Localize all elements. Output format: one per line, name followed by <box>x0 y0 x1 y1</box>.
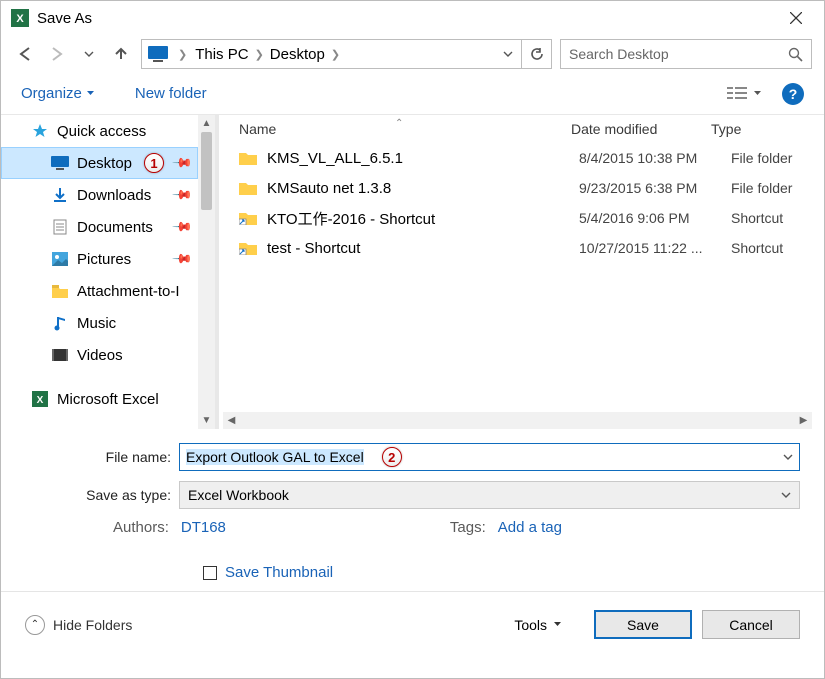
tools-menu[interactable]: Tools <box>514 617 562 633</box>
address-bar[interactable]: ❯ This PC ❯ Desktop ❯ <box>141 39 522 69</box>
authors-label: Authors: <box>113 519 169 536</box>
sort-icon: ⌃ <box>395 118 403 129</box>
toolbar: Organize New folder ? <box>1 73 824 115</box>
search-placeholder: Search Desktop <box>569 46 669 62</box>
crumb-desktop[interactable]: Desktop <box>270 46 325 63</box>
chevron-right-icon[interactable]: ❯ <box>255 48 264 61</box>
sidebar-item-attachment[interactable]: Attachment-to-I <box>1 275 198 307</box>
file-row[interactable]: KMSauto net 1.3.8 9/23/2015 6:38 PM File… <box>219 173 824 203</box>
excel-icon: X <box>11 9 29 27</box>
save-form: File name: Export Outlook GAL to Excel 2… <box>1 429 824 581</box>
close-button[interactable] <box>778 4 814 32</box>
file-name-dropdown-icon[interactable] <box>783 452 793 462</box>
scroll-right-icon[interactable]: ▶ <box>795 415 812 426</box>
file-row[interactable]: test - Shortcut 10/27/2015 11:22 ... Sho… <box>219 233 824 263</box>
sidebar-scrollbar[interactable]: ▲ ▼ <box>198 115 215 429</box>
back-button[interactable] <box>13 42 37 66</box>
music-icon <box>51 315 69 331</box>
star-icon <box>31 123 49 139</box>
nav-row: ❯ This PC ❯ Desktop ❯ Search Desktop <box>1 35 824 73</box>
col-date[interactable]: Date modified <box>571 121 711 137</box>
new-folder-button[interactable]: New folder <box>135 85 207 102</box>
scroll-up-icon[interactable]: ▲ <box>198 115 215 132</box>
chevron-right-icon[interactable]: ❯ <box>331 48 340 61</box>
titlebar: X Save As <box>1 1 824 35</box>
shortcut-icon <box>239 241 257 255</box>
refresh-button[interactable] <box>522 39 552 69</box>
desktop-icon <box>51 156 69 170</box>
folder-icon <box>239 151 257 165</box>
folder-icon <box>51 285 69 298</box>
svg-text:X: X <box>16 13 24 25</box>
main-split: Quick access Desktop 1 📌 Downloads 📌 <box>1 115 824 429</box>
desktop-location-icon <box>144 42 172 66</box>
download-icon <box>51 187 69 203</box>
document-icon <box>51 219 69 235</box>
save-thumbnail-row[interactable]: Save Thumbnail <box>25 564 800 581</box>
svg-text:X: X <box>37 395 44 406</box>
search-input[interactable]: Search Desktop <box>560 39 812 69</box>
sidebar-item-music[interactable]: Music <box>1 307 198 339</box>
chevron-up-icon: ⌃ <box>25 615 45 635</box>
authors-value[interactable]: DT168 <box>181 519 226 536</box>
separator <box>1 591 824 592</box>
tags-label: Tags: <box>450 519 486 536</box>
help-button[interactable]: ? <box>782 83 804 105</box>
scroll-left-icon[interactable]: ◀ <box>223 415 240 426</box>
chevron-right-icon[interactable]: ❯ <box>178 48 187 61</box>
sidebar-item-pictures[interactable]: Pictures 📌 <box>1 243 198 275</box>
scroll-thumb[interactable] <box>201 132 212 210</box>
forward-button[interactable] <box>45 42 69 66</box>
sidebar-item-downloads[interactable]: Downloads 📌 <box>1 179 198 211</box>
save-type-select[interactable]: Excel Workbook <box>179 481 800 509</box>
save-thumbnail-checkbox[interactable] <box>203 566 217 580</box>
pin-icon: 📌 <box>171 216 194 239</box>
file-list: ⌃ Name Date modified Type KMS_VL_ALL_6.5… <box>219 115 824 429</box>
up-button[interactable] <box>109 42 133 66</box>
file-row[interactable]: KTO工作-2016 - Shortcut 5/4/2016 9:06 PM S… <box>219 203 824 233</box>
column-headers: ⌃ Name Date modified Type <box>219 115 824 143</box>
save-type-label: Save as type: <box>25 487 179 503</box>
hide-folders-button[interactable]: ⌃ Hide Folders <box>25 615 132 635</box>
sidebar-item-excel[interactable]: X Microsoft Excel <box>1 383 198 415</box>
col-name[interactable]: ⌃ Name <box>219 121 571 137</box>
recent-dropdown-icon[interactable] <box>77 42 101 66</box>
annotation-badge-1: 1 <box>144 153 164 173</box>
videos-icon <box>51 349 69 361</box>
annotation-badge-2: 2 <box>382 447 402 467</box>
chevron-down-icon <box>781 490 791 500</box>
scroll-down-icon[interactable]: ▼ <box>198 412 215 429</box>
crumb-this-pc[interactable]: This PC <box>195 46 248 63</box>
pictures-icon <box>51 252 69 266</box>
organize-menu[interactable]: Organize <box>21 85 95 102</box>
search-icon <box>788 47 803 62</box>
save-button[interactable]: Save <box>594 610 692 639</box>
pin-icon: 📌 <box>171 184 194 207</box>
pin-icon: 📌 <box>171 152 194 175</box>
sidebar-quick-access[interactable]: Quick access <box>1 115 198 147</box>
folder-icon <box>239 181 257 195</box>
shortcut-icon <box>239 211 257 225</box>
tags-value[interactable]: Add a tag <box>498 519 562 536</box>
window-title: Save As <box>37 10 92 27</box>
sidebar-item-desktop[interactable]: Desktop 1 📌 <box>1 147 198 179</box>
save-thumbnail-label: Save Thumbnail <box>225 564 333 581</box>
file-row[interactable]: KMS_VL_ALL_6.5.1 8/4/2015 10:38 PM File … <box>219 143 824 173</box>
col-type[interactable]: Type <box>711 121 824 137</box>
sidebar: Quick access Desktop 1 📌 Downloads 📌 <box>1 115 219 429</box>
footer: ⌃ Hide Folders Tools Save Cancel <box>1 596 824 653</box>
cancel-button[interactable]: Cancel <box>702 610 800 639</box>
meta-row: Authors: DT168 Tags: Add a tag <box>25 519 800 536</box>
pin-icon: 📌 <box>171 248 194 271</box>
sidebar-item-videos[interactable]: Videos <box>1 339 198 371</box>
file-list-hscroll[interactable]: ◀ ▶ <box>223 412 812 429</box>
view-options-button[interactable] <box>727 86 762 102</box>
sidebar-item-documents[interactable]: Documents 📌 <box>1 211 198 243</box>
file-name-label: File name: <box>25 449 179 465</box>
file-name-input[interactable]: Export Outlook GAL to Excel 2 <box>179 443 800 471</box>
excel-icon: X <box>31 391 49 407</box>
address-dropdown-icon[interactable] <box>495 49 521 59</box>
